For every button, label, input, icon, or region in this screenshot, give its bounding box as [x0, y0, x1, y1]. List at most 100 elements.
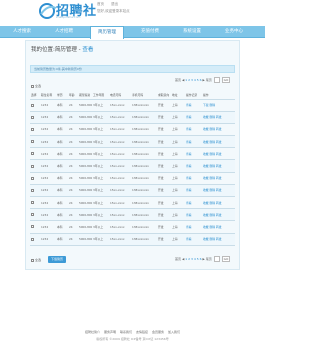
next-page-icon[interactable]: ▶ [202, 257, 204, 261]
page-jump-input[interactable] [213, 256, 220, 262]
row-action-links[interactable]: 收藏 删除 转发 [203, 237, 222, 241]
table-cell: 138xxxxxxx [131, 233, 157, 246]
view-link[interactable]: 查看 [186, 176, 192, 180]
table-cell: 24 [68, 123, 78, 137]
table-row[interactable]: 1234本科245000-80003年以上15xx-xxxx138xxxxxxx… [30, 184, 235, 198]
row-checkbox[interactable] [31, 127, 34, 131]
view-link[interactable]: 查看 [186, 164, 192, 168]
footer-link[interactable]: 服务声明 [104, 330, 116, 334]
row-action-links[interactable]: 收藏 删除 转发 [203, 127, 222, 131]
view-link[interactable]: 查看 [186, 225, 192, 229]
select-all-bottom[interactable]: 全选 [31, 258, 41, 262]
table-row[interactable]: 1234本科245000-80003年以上15xx-xxxx138xxxxxxx… [30, 208, 235, 222]
row-checkbox[interactable] [31, 140, 34, 144]
table-row[interactable]: 1234本科245000-80003年以上15xx-xxxx138xxxxxxx… [30, 111, 235, 124]
first-page-link[interactable]: 首页 [175, 257, 181, 261]
select-all-checkbox[interactable] [31, 84, 34, 88]
table-row[interactable]: 1234本科245000-80003年以上15xx-xxxx138xxxxxxx… [30, 196, 235, 210]
logo-icon[interactable] [38, 2, 58, 20]
home-link[interactable]: 首页 [97, 2, 104, 6]
nav-settings[interactable]: 系统设置 [176, 26, 208, 38]
view-link[interactable]: 查看 [186, 201, 192, 205]
go-button[interactable]: GO [221, 77, 231, 83]
footer-link[interactable]: 招聘社简介 [85, 330, 100, 334]
footer-link[interactable]: 友情链接 [136, 330, 148, 334]
last-page-link[interactable]: 尾页 [206, 257, 212, 261]
row-checkbox[interactable] [31, 176, 34, 180]
table-row[interactable]: 1234本科245000-80003年以上15xx-xxxx138xxxxxxx… [30, 233, 235, 246]
table-cell: 1234 [40, 147, 56, 161]
table-cell: 1234 [40, 220, 56, 234]
view-link[interactable]: 查看 [186, 188, 192, 192]
page-jump-input[interactable] [213, 77, 220, 83]
view-link[interactable]: 查看 [186, 115, 192, 119]
go-button[interactable]: GO [221, 256, 231, 262]
table-cell: 5000-8000 [78, 196, 92, 210]
row-checkbox[interactable] [31, 152, 34, 156]
table-row[interactable]: 1234本科245000-80003年以上15xx-xxxx138xxxxxxx… [30, 135, 235, 149]
row-action-links[interactable]: 收藏 删除 转发 [203, 176, 222, 180]
nav-recharge[interactable]: 充值付费 [134, 26, 166, 38]
prev-page-icon[interactable]: ◀ [182, 257, 184, 261]
table-cell: 上海 [171, 233, 185, 246]
view-link[interactable]: 查看 [186, 127, 192, 131]
table-row[interactable]: 1234本科245000-80003年以上15xx-xxxx138xxxxxxx… [30, 159, 235, 173]
download-resume-button[interactable]: 下载简历 [48, 256, 66, 263]
row-checkbox[interactable] [31, 225, 34, 229]
row-action-links[interactable]: 收藏 删除 转发 [203, 164, 222, 168]
view-link[interactable]: 查看 [186, 237, 192, 241]
row-checkbox[interactable] [31, 115, 34, 119]
row-action-links[interactable]: 收藏 删除 转发 [203, 152, 222, 156]
row-checkbox[interactable] [31, 188, 34, 192]
row-select-cell [30, 147, 40, 161]
last-page-link[interactable]: 尾页 [206, 78, 212, 82]
prev-page-icon[interactable]: ◀ [182, 78, 184, 82]
row-action-links[interactable]: 收藏 删除 转发 [203, 201, 222, 205]
view-link[interactable]: 查看 [186, 140, 192, 144]
table-cell: 138xxxxxxx [131, 123, 157, 137]
row-checkbox[interactable] [31, 237, 34, 241]
row-action-links[interactable]: 下载 删除 [203, 103, 215, 107]
footer-link[interactable]: 加入我们 [168, 330, 180, 334]
view-link[interactable]: 查看 [186, 103, 192, 107]
table-row[interactable]: 1234本科245000-80003年以上15xx-xxxx138xxxxxxx… [30, 123, 235, 137]
select-all-checkbox[interactable] [31, 258, 34, 262]
breadcrumb-current[interactable]: 查看 [82, 47, 93, 53]
page-numbers[interactable]: 1 2 3 4 5 6 [185, 257, 201, 261]
table-row[interactable]: 1234本科245000-80003年以上15xx-xxxx138xxxxxxx… [30, 99, 235, 112]
row-action-links[interactable]: 收藏 删除 转发 [203, 140, 222, 144]
row-checkbox[interactable] [31, 164, 34, 168]
table-cell: 上海 [171, 208, 185, 222]
logout-link[interactable]: 退出 [111, 2, 118, 6]
row-checkbox[interactable] [31, 213, 34, 217]
table-row[interactable]: 1234本科245000-80003年以上15xx-xxxx138xxxxxxx… [30, 172, 235, 185]
view-link[interactable]: 查看 [186, 152, 192, 156]
nav-recruitment[interactable]: 人才招聘 [48, 26, 80, 38]
nav-business-center[interactable]: 业务中心 [218, 26, 250, 38]
first-page-link[interactable]: 首页 [175, 78, 181, 82]
table-cell: 开发 [157, 184, 171, 198]
select-all-label: 全选 [34, 84, 41, 88]
row-action-links[interactable]: 收藏 删除 转发 [203, 188, 222, 192]
table-cell: 5000-8000 [78, 159, 92, 173]
table-row[interactable]: 1234本科245000-80003年以上15xx-xxxx138xxxxxxx… [30, 220, 235, 234]
table-cell: 3年以上 [92, 196, 109, 210]
row-action-links[interactable]: 收藏 删除 转发 [203, 225, 222, 229]
select-all-top[interactable]: 全选 [31, 84, 41, 88]
next-page-icon[interactable]: ▶ [202, 78, 204, 82]
table-row[interactable]: 1234本科245000-80003年以上15xx-xxxx138xxxxxxx… [30, 147, 235, 161]
row-checkbox[interactable] [31, 103, 34, 107]
row-select-cell [30, 172, 40, 185]
row-action-links[interactable]: 收藏 删除 转发 [203, 213, 222, 217]
nav-talent-search[interactable]: 人才搜索 [6, 26, 38, 38]
row-actions: 收藏 删除 转发 [202, 184, 235, 198]
table-cell: 3年以上 [92, 208, 109, 222]
row-action-links[interactable]: 收藏 删除 转发 [203, 115, 222, 119]
view-link[interactable]: 查看 [186, 213, 192, 217]
footer-link[interactable]: 会员服务 [152, 330, 164, 334]
page-numbers[interactable]: 1 2 3 4 5 6 [185, 78, 201, 82]
table-cell: 5000-8000 [78, 135, 92, 149]
footer-link[interactable]: 联系我们 [120, 330, 132, 334]
nav-resume-management[interactable]: 简历管理 [90, 26, 124, 39]
row-checkbox[interactable] [31, 201, 34, 205]
